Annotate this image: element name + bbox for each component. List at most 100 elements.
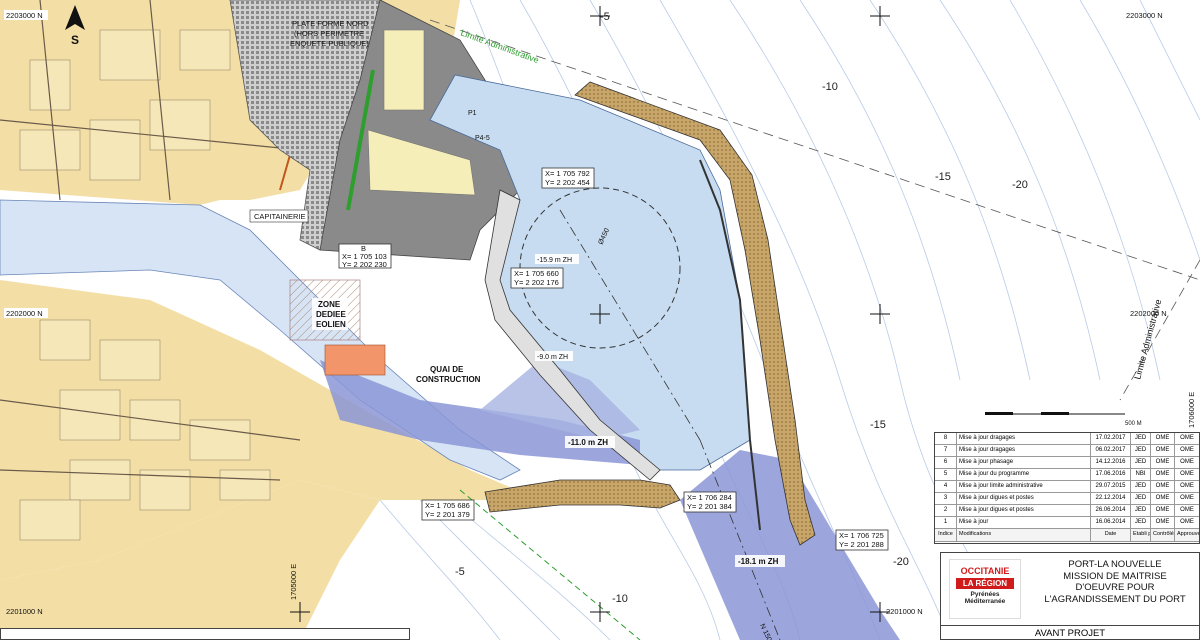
revision-row: 4 Mise à jour limite administrative 29.07.…	[935, 481, 1199, 493]
svg-text:Y= 2 202 176: Y= 2 202 176	[514, 278, 559, 287]
grid-label-n2203000-right: 2203000 N	[1126, 11, 1163, 20]
plateforme-label-2: (HORS PERIMETRE	[294, 29, 364, 38]
yellow-terminal-top	[383, 29, 425, 111]
revision-cell: Mise à jour dragages	[957, 445, 1091, 456]
project-phase: AVANT PROJET	[941, 625, 1199, 639]
depth-m20-low: -20	[893, 556, 909, 568]
revision-cell: 14.12.2016	[1091, 457, 1131, 468]
port-plan-map: S PLATE FORME NORD (HORS PERIMETRE ENQUE…	[0, 0, 1200, 640]
revision-cell: OME	[1151, 481, 1175, 492]
revision-cell: OME	[1180, 447, 1194, 453]
revision-header: IndiceModificationsDateEtabli parContrôl…	[935, 529, 1199, 542]
svg-text:X= 1 705 660: X= 1 705 660	[514, 269, 559, 278]
revision-cell: OME	[1180, 519, 1194, 525]
revision-cell: 1	[935, 517, 957, 528]
depth-m15-low: -15	[870, 419, 886, 431]
svg-text:X= 1 705 686: X= 1 705 686	[425, 501, 470, 510]
revision-header-cell: Etabli par	[1131, 529, 1151, 541]
revision-cell: Mise à jour limite administrative	[957, 481, 1091, 492]
quai-label-1: QUAI DE	[430, 365, 464, 374]
revision-cell: JED	[1131, 517, 1151, 528]
svg-text:Y= 2 201 288: Y= 2 201 288	[839, 540, 884, 549]
revision-cell: 2	[935, 505, 957, 516]
zone-label-3: EOLIEN	[316, 320, 346, 329]
p1-label: P1	[468, 110, 477, 117]
plateforme-label-3: ENQUETE PUBLIQUE)	[290, 39, 369, 48]
revision-cell: OME	[1180, 483, 1194, 489]
revision-header-cell: Date	[1091, 529, 1131, 541]
revision-cell: 16.06.2014	[1091, 517, 1131, 528]
revision-cell: OME	[1180, 459, 1194, 465]
occitanie-logo: OCCITANIE LA RÉGION Pyrénées Méditerrané…	[949, 559, 1021, 619]
svg-text:X= 1 705 792: X= 1 705 792	[545, 169, 590, 178]
revision-cell: Mise à jour digues et postes	[957, 493, 1091, 504]
svg-text:X= 1 706 725: X= 1 706 725	[839, 531, 884, 540]
revision-cell: OME	[1151, 433, 1175, 444]
revision-cell: JED	[1131, 457, 1151, 468]
coord-box-4: X= 1 706 284 Y= 2 201 384	[683, 491, 737, 513]
grid-label-e1706000: 1706000 E	[1187, 392, 1196, 428]
capitainerie-label: CAPITAINERIE	[254, 212, 306, 221]
revision-table: 8 Mise à jour dragages 17.02.2017 JED OME OME…	[934, 432, 1200, 544]
revision-cell: JED	[1131, 481, 1151, 492]
zone-label-2: DEDIEE	[316, 310, 346, 319]
revision-header-cell: Modifications	[957, 529, 1091, 541]
svg-text:Y= 2 202 454: Y= 2 202 454	[545, 178, 590, 187]
revision-header-cell: Contrôlé par	[1151, 529, 1175, 541]
svg-text:X= 1 706 284: X= 1 706 284	[687, 493, 732, 502]
revision-cell: 5	[935, 469, 957, 480]
revision-cell: JED	[1131, 433, 1151, 444]
depth-m5-top: -5	[600, 11, 610, 23]
revision-cell: OME	[1151, 445, 1175, 456]
project-title: PORT-LA NOUVELLE MISSION DE MAITRISE D'O…	[1044, 559, 1186, 605]
revision-cell: 6	[935, 457, 957, 468]
depth-m10-top: -10	[822, 81, 838, 93]
revision-header-cell: Indice	[935, 529, 957, 541]
revision-cell: 17.06.2016	[1091, 469, 1131, 480]
revision-cell: Mise à jour digues et postes	[957, 505, 1091, 516]
revision-cell: Mise à jour	[957, 517, 1091, 528]
depth-90: -9.0 m ZH	[537, 354, 568, 361]
north-label: S	[71, 33, 79, 47]
revision-cell: OME	[1151, 493, 1175, 504]
revision-cell: 06.02.2017	[1091, 445, 1131, 456]
revision-cell: 7	[935, 445, 957, 456]
revision-cell: Mise à jour phasage	[957, 457, 1091, 468]
revision-cell: 29.07.2015	[1091, 481, 1131, 492]
grid-label-n2203000-left: 2203000 N	[6, 11, 43, 20]
revision-row: 6 Mise à jour phasage 14.12.2016 JED OME OME	[935, 457, 1199, 469]
coord-box-1: X= 1 705 792 Y= 2 202 454	[541, 167, 595, 189]
revision-cell: OME	[1151, 469, 1175, 480]
svg-text:Y= 2 202 230: Y= 2 202 230	[342, 260, 387, 269]
grid-label-n2202000-left: 2202000 N	[6, 309, 43, 318]
svg-text:Y= 2 201 379: Y= 2 201 379	[425, 510, 470, 519]
revision-cell: 4	[935, 481, 957, 492]
revision-cell: OME	[1151, 457, 1175, 468]
grid-label-n2202000-right: 2202000 N	[1130, 309, 1167, 318]
coord-box-6: X= 1 706 725 Y= 2 201 288	[835, 529, 889, 551]
revision-cell: OME	[1180, 495, 1194, 501]
revision-cell: OME	[1151, 505, 1175, 516]
depth-181: -18.1 m ZH	[738, 557, 779, 566]
depth-m10-bottom: -10	[612, 593, 628, 605]
revision-row: 3 Mise à jour digues et postes 22.12.2014 J…	[935, 493, 1199, 505]
grid-label-n2201000-left: 2201000 N	[6, 607, 43, 616]
revision-row: 7 Mise à jour dragages 06.02.2017 JED OME OME	[935, 445, 1199, 457]
revision-cell: OME	[1180, 471, 1194, 477]
revision-cell: 22.12.2014	[1091, 493, 1131, 504]
revision-cell: 17.02.2017	[1091, 433, 1131, 444]
revision-cell: Mise à jour dragages	[957, 433, 1091, 444]
revision-cell: NBI	[1131, 469, 1151, 480]
revision-cell: Mise à jour du programme	[957, 469, 1091, 480]
revision-cell: 3	[935, 493, 957, 504]
legend-box	[0, 628, 410, 640]
depth-m20-right: -20	[1012, 179, 1028, 191]
depth-110: -11.0 m ZH	[568, 438, 608, 447]
revision-row: 1 Mise à jour 16.06.2014 JED OME OME	[935, 517, 1199, 529]
zone-label-1: ZONE	[318, 300, 341, 309]
grid-label-e1705000: 1705000 E	[289, 564, 298, 600]
revision-row: 8 Mise à jour dragages 17.02.2017 JED OME OME	[935, 433, 1199, 445]
depth-159: -15.9 m ZH	[537, 257, 572, 264]
scale-end: 500 M	[1125, 421, 1142, 427]
plateforme-label-1: PLATE FORME NORD	[292, 19, 369, 28]
